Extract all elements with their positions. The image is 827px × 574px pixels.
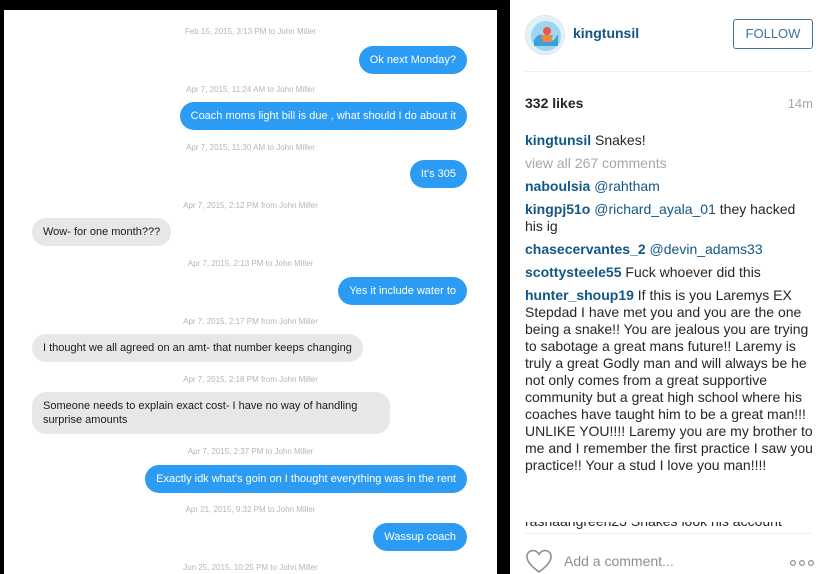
comment-username[interactable]: chasecervantes_2 — [525, 241, 646, 257]
comment-mention[interactable]: @rahtham — [594, 178, 660, 194]
divider — [525, 533, 812, 534]
post-sidebar: kingtunsil FOLLOW 332 likes 14m kingtuns… — [510, 0, 827, 574]
add-comment-input[interactable]: Add a comment... — [564, 553, 674, 569]
message-timestamp: Apr 7, 2015, 2:37 PM to John Miller — [187, 447, 314, 456]
more-options-icon[interactable] — [790, 559, 814, 567]
message-timestamp: Apr 7, 2015, 2:12 PM from John Miller — [183, 201, 318, 210]
message-bubble-incoming: Someone needs to explain exact cost- I h… — [32, 392, 390, 434]
comment-username[interactable]: naboulsia — [525, 178, 590, 194]
message-timestamp: Feb 15, 2015, 3:13 PM to John Miller — [184, 27, 317, 36]
partially-visible-comment: rashaangreen23 Snakes look his account — [525, 522, 815, 530]
message-bubble-incoming: I thought we all agreed on an amt- that … — [32, 334, 363, 362]
message-timestamp: Jun 25, 2015, 10:25 PM to John Miller — [183, 563, 318, 572]
comment: naboulsia @rahtham — [525, 178, 815, 195]
message-bubble-outgoing: It's 305 — [409, 160, 467, 188]
comment-text: If this is you Laremys EX Stepdad I have… — [525, 287, 813, 473]
comment: hunter_shoup19 If this is you Laremys EX… — [525, 287, 815, 474]
message-bubble-outgoing: Yes it include water to — [338, 277, 467, 305]
comment-username[interactable]: kingpj51o — [525, 201, 590, 217]
caption-username[interactable]: kingtunsil — [525, 132, 591, 148]
caption-text: Snakes! — [595, 132, 646, 148]
post-username[interactable]: kingtunsil — [573, 25, 639, 41]
view-all-comments-link[interactable]: view all 267 comments — [525, 155, 815, 172]
comment-text: Fuck whoever did this — [625, 264, 761, 280]
comment: chasecervantes_2 @devin_adams33 — [525, 241, 815, 258]
avatar[interactable] — [525, 15, 565, 55]
comment: kingpj51o @richard_ayala_01 they hacked … — [525, 201, 815, 235]
message-bubble-outgoing: Wassup coach — [373, 523, 467, 551]
message-timestamp: Apr 7, 2015, 2:18 PM from John Miller — [183, 375, 318, 384]
message-timestamp: Apr 7, 2015, 2:17 PM from John Miller — [183, 317, 318, 326]
message-timestamp: Apr 21, 2015, 9:32 PM to John Miller — [185, 505, 316, 514]
follow-button[interactable]: FOLLOW — [733, 19, 813, 49]
comment-text: rashaangreen23 Snakes look his account — [525, 522, 815, 530]
comment-username[interactable]: hunter_shoup19 — [525, 287, 634, 303]
comment-mention[interactable]: @devin_adams33 — [650, 241, 763, 257]
message-timestamp: Apr 7, 2015, 11:24 AM to John Miller — [186, 85, 315, 94]
message-timestamp: Apr 7, 2015, 2:13 PM to John Miller — [187, 259, 314, 268]
message-timestamp: Apr 7, 2015, 11:30 AM to John Miller — [186, 143, 315, 152]
comments-list: kingtunsil Snakes! view all 267 comments… — [525, 132, 815, 480]
divider — [525, 71, 812, 72]
message-bubble-outgoing: Coach moms light bill is due , what shou… — [179, 102, 467, 130]
comment-username[interactable]: scottysteele55 — [525, 264, 622, 280]
like-count[interactable]: 332 likes — [525, 95, 583, 111]
comment: scottysteele55 Fuck whoever did this — [525, 264, 815, 281]
post-photo: Feb 15, 2015, 3:13 PM to John Miller Ok … — [0, 0, 510, 574]
avatar-logo — [526, 16, 564, 54]
message-bubble-outgoing: Exactly idk what's goin on I thought eve… — [145, 465, 467, 493]
message-bubble-outgoing: Ok next Monday? — [358, 46, 467, 74]
caption: kingtunsil Snakes! — [525, 132, 815, 149]
comment-mention[interactable]: @richard_ayala_01 — [594, 201, 716, 217]
message-bubble-incoming: Wow- for one month??? — [32, 218, 172, 246]
post-age[interactable]: 14m — [788, 96, 813, 111]
heart-icon[interactable] — [525, 548, 553, 574]
text-message-screenshot: Feb 15, 2015, 3:13 PM to John Miller Ok … — [4, 10, 497, 574]
